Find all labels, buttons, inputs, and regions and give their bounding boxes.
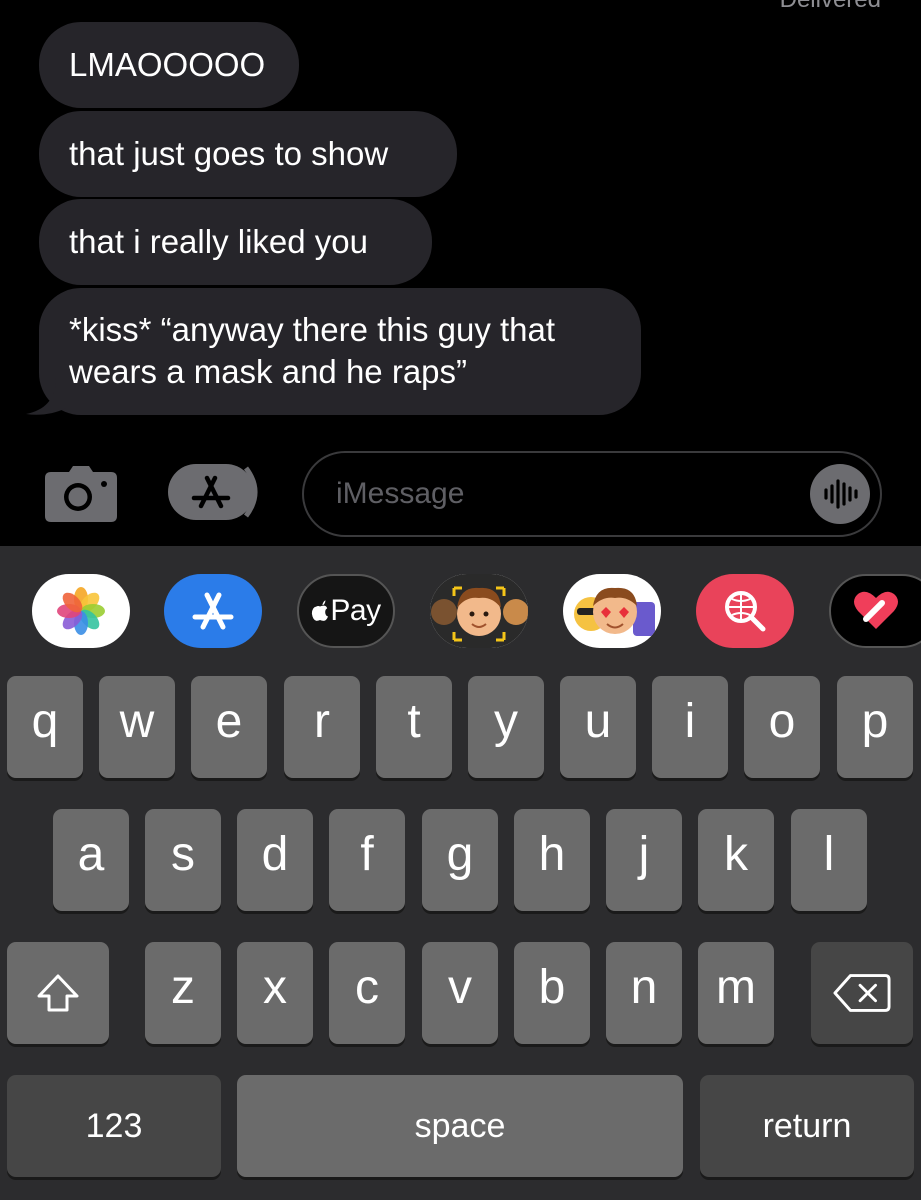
- key-u[interactable]: u: [560, 676, 636, 778]
- camera-icon[interactable]: [45, 466, 117, 522]
- app-store-drawer-icon[interactable]: [168, 464, 264, 520]
- key-j[interactable]: j: [606, 809, 682, 911]
- imessage-apps-row: Pay: [0, 574, 921, 648]
- key-z[interactable]: z: [145, 942, 221, 1044]
- photos-app-button[interactable]: [32, 574, 130, 648]
- audio-message-button[interactable]: [810, 464, 870, 524]
- key-k[interactable]: k: [698, 809, 774, 911]
- message-input-placeholder: iMessage: [336, 477, 465, 510]
- globe-search-icon: [725, 591, 766, 632]
- key-l[interactable]: l: [791, 809, 867, 911]
- memoji-stickers-icon: [574, 587, 655, 636]
- key-t[interactable]: t: [376, 676, 452, 778]
- key-p[interactable]: p: [837, 676, 913, 778]
- key-n[interactable]: n: [606, 942, 682, 1044]
- digital-touch-app-button[interactable]: [829, 574, 921, 648]
- photos-icon: [57, 587, 105, 635]
- memoji-app-button[interactable]: [430, 574, 528, 648]
- apple-logo-icon: [312, 600, 329, 621]
- heart-touch-icon: [854, 591, 898, 629]
- key-i[interactable]: i: [652, 676, 728, 778]
- return-key[interactable]: return: [700, 1075, 914, 1177]
- space-key[interactable]: space: [237, 1075, 683, 1177]
- key-f[interactable]: f: [329, 809, 405, 911]
- message-bubble[interactable]: that i really liked you: [39, 199, 432, 285]
- image-search-app-button[interactable]: [696, 574, 794, 648]
- key-v[interactable]: v: [422, 942, 498, 1044]
- apple-pay-app-button[interactable]: Pay: [297, 574, 395, 648]
- key-b[interactable]: b: [514, 942, 590, 1044]
- memoji-icon: [430, 574, 528, 648]
- app-store-app-button[interactable]: [164, 574, 262, 648]
- key-e[interactable]: e: [191, 676, 267, 778]
- key-r[interactable]: r: [284, 676, 360, 778]
- message-input[interactable]: iMessage: [302, 451, 882, 537]
- status-delivered: Delivered: [780, 0, 881, 14]
- memoji-stickers-app-button[interactable]: [563, 574, 661, 648]
- key-w[interactable]: w: [99, 676, 175, 778]
- key-m[interactable]: m: [698, 942, 774, 1044]
- delete-key[interactable]: [811, 942, 913, 1044]
- shift-icon: [37, 974, 79, 1012]
- backspace-icon: [833, 974, 891, 1012]
- message-input-bar: iMessage: [0, 440, 921, 546]
- key-s[interactable]: s: [145, 809, 221, 911]
- numbers-key[interactable]: 123: [7, 1075, 221, 1177]
- key-q[interactable]: q: [7, 676, 83, 778]
- shift-key[interactable]: [7, 942, 109, 1044]
- app-store-icon: [192, 592, 234, 630]
- key-c[interactable]: c: [329, 942, 405, 1044]
- message-bubble[interactable]: that just goes to show: [39, 111, 457, 197]
- key-y[interactable]: y: [468, 676, 544, 778]
- message-bubble[interactable]: *kiss* “anyway there this guy that wears…: [39, 288, 641, 415]
- keyboard: Pay q w e r t y u i o p a s d f g h j k …: [0, 546, 921, 1200]
- key-g[interactable]: g: [422, 809, 498, 911]
- key-a[interactable]: a: [53, 809, 129, 911]
- waveform-icon: [824, 479, 858, 509]
- key-h[interactable]: h: [514, 809, 590, 911]
- bubble-tail: [26, 378, 66, 415]
- apple-pay-label: Pay: [330, 594, 381, 627]
- key-d[interactable]: d: [237, 809, 313, 911]
- message-bubble[interactable]: LMAOOOOO: [39, 22, 299, 108]
- key-x[interactable]: x: [237, 942, 313, 1044]
- key-o[interactable]: o: [744, 676, 820, 778]
